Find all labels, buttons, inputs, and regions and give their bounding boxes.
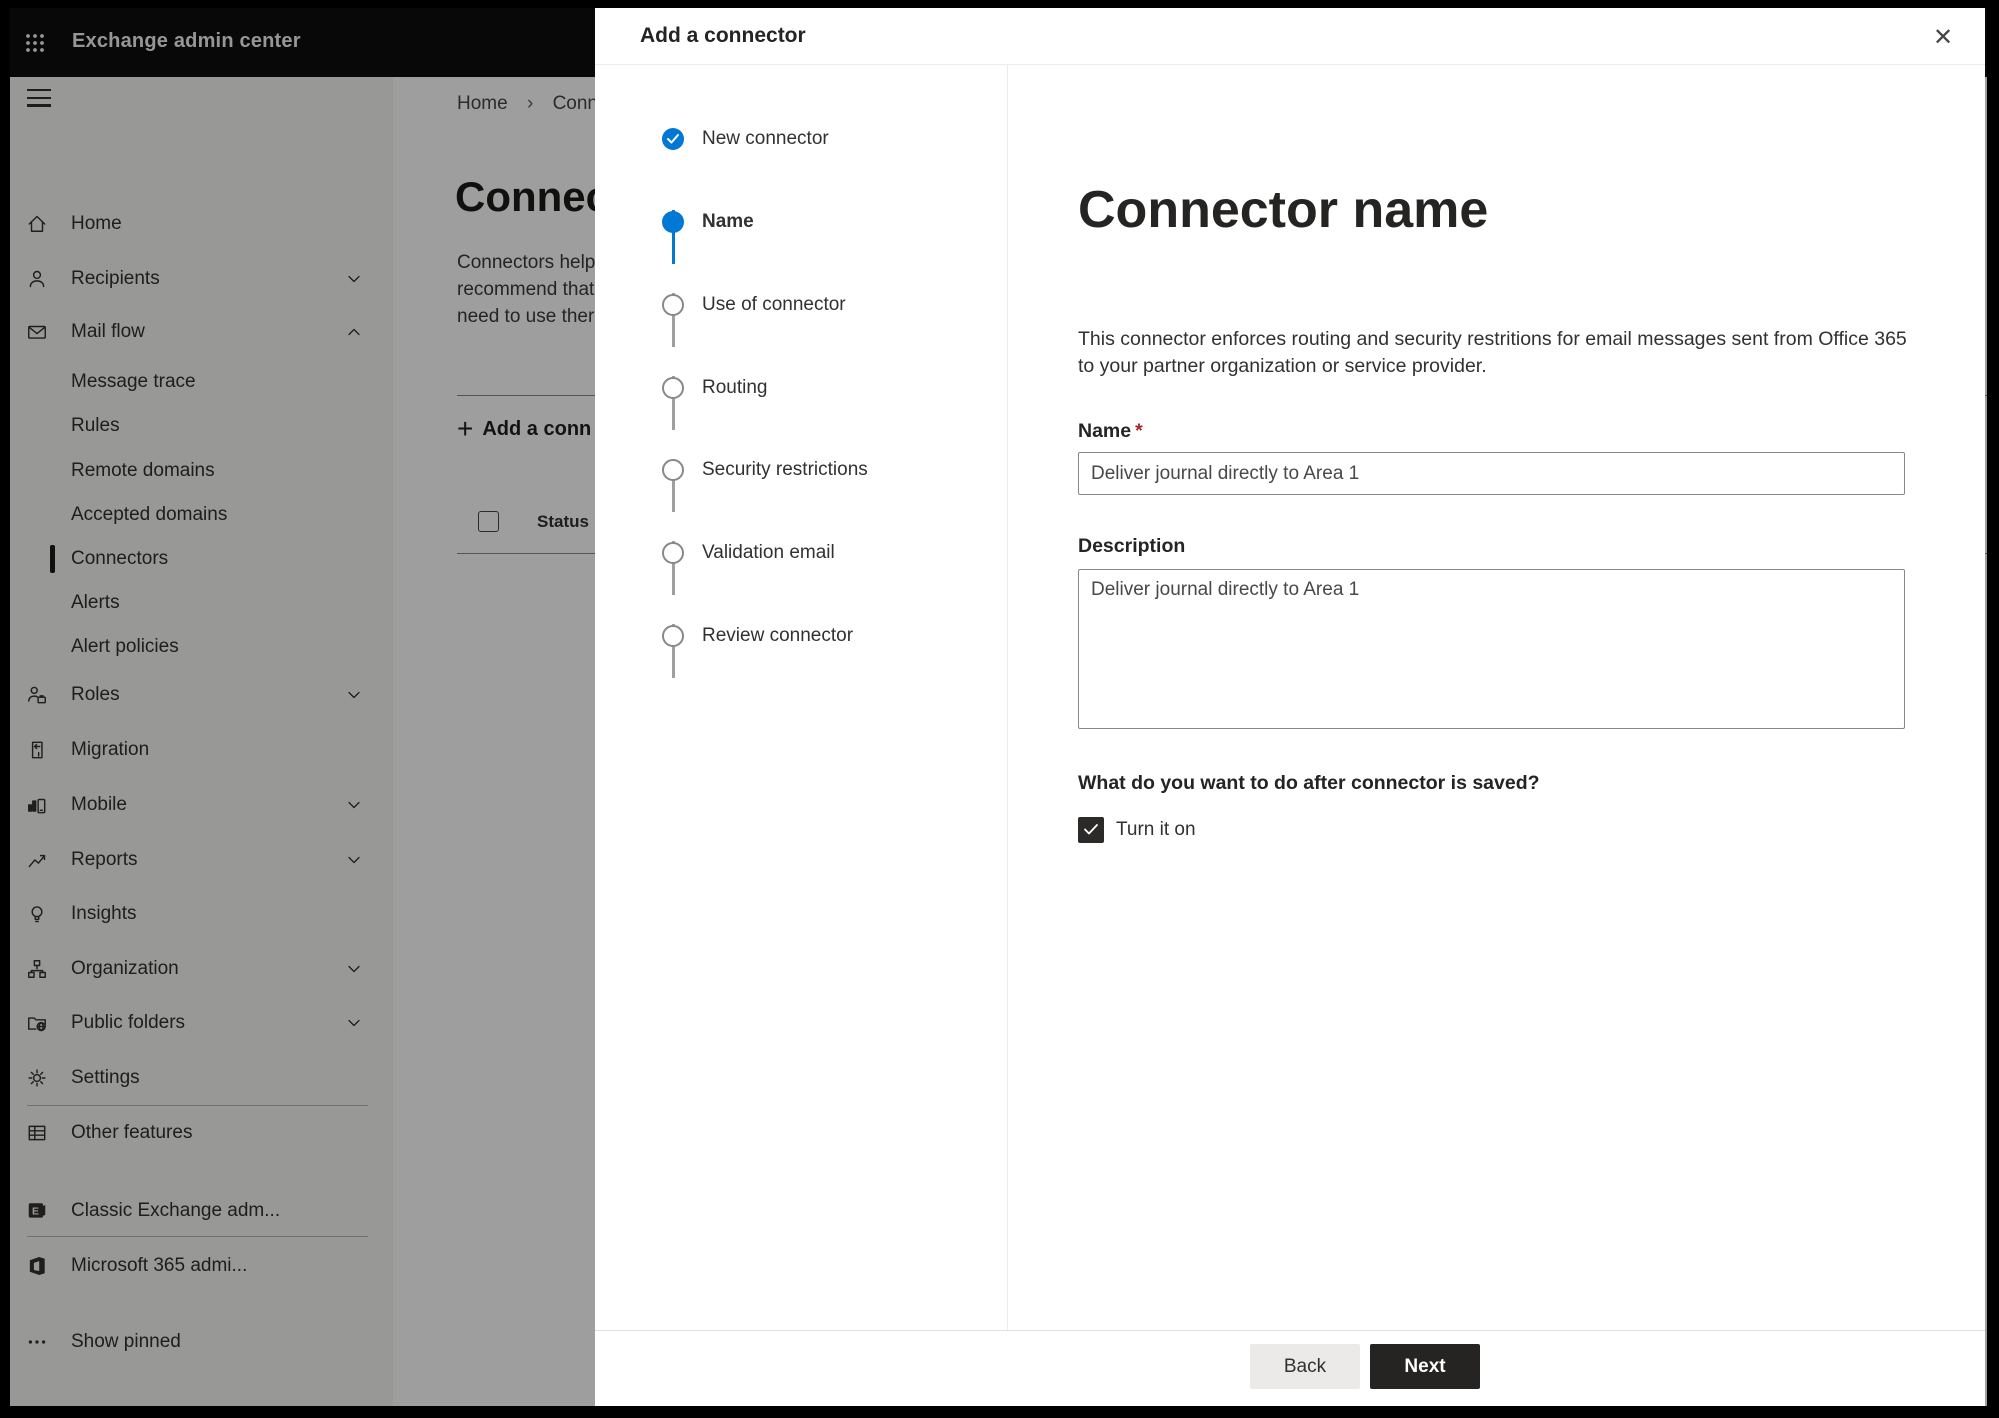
step-security-restrictions[interactable]: Security restrictions — [595, 455, 1007, 485]
connector-description-textarea[interactable]: Deliver journal directly to Area 1 — [1078, 569, 1905, 729]
step-use-of-connector[interactable]: Use of connector — [595, 290, 1007, 320]
description-field-label: Description — [1078, 535, 1186, 557]
name-field-label: Name * — [1078, 420, 1143, 442]
dialog-content: Connector name This connector enforces r… — [1008, 65, 1985, 1330]
dialog-footer: Back Next — [595, 1330, 1985, 1406]
dialog-header: Add a connector ✕ — [595, 8, 1985, 65]
step-validation-email[interactable]: Validation email — [595, 538, 1007, 568]
step-complete-icon — [662, 128, 684, 150]
step-new-connector[interactable]: New connector — [595, 124, 1007, 154]
required-marker: * — [1135, 420, 1143, 442]
step-routing[interactable]: Routing — [595, 373, 1007, 403]
back-button[interactable]: Back — [1250, 1344, 1360, 1389]
dialog-title: Add a connector — [640, 24, 806, 47]
checkbox-checked-icon[interactable] — [1078, 816, 1104, 843]
wizard-steps: New connector Name Use of connector Rout… — [595, 65, 1008, 1330]
step-review-connector[interactable]: Review connector — [595, 621, 1007, 651]
exchange-admin-center-app: Exchange admin center Home Recipients Ma… — [10, 8, 1987, 1406]
step-todo-icon — [662, 459, 684, 481]
connector-name-input[interactable] — [1078, 452, 1905, 495]
turn-it-on-label: Turn it on — [1116, 818, 1196, 840]
step-heading: Connector name — [1078, 181, 1489, 239]
step-todo-icon — [662, 625, 684, 647]
step-active-icon — [662, 211, 684, 233]
step-todo-icon — [662, 542, 684, 564]
next-button[interactable]: Next — [1370, 1344, 1480, 1389]
turn-it-on-checkbox-row[interactable]: Turn it on — [1078, 816, 1196, 843]
add-connector-dialog: Add a connector ✕ New connector Name Use… — [595, 8, 1985, 1406]
step-name[interactable]: Name — [595, 207, 1007, 237]
close-icon[interactable]: ✕ — [1927, 21, 1959, 53]
step-todo-icon — [662, 294, 684, 316]
screen-frame: Exchange admin center Home Recipients Ma… — [0, 0, 1999, 1418]
step-intro-text: This connector enforces routing and secu… — [1078, 328, 1907, 377]
step-todo-icon — [662, 377, 684, 399]
after-save-question: What do you want to do after connector i… — [1078, 772, 1540, 794]
